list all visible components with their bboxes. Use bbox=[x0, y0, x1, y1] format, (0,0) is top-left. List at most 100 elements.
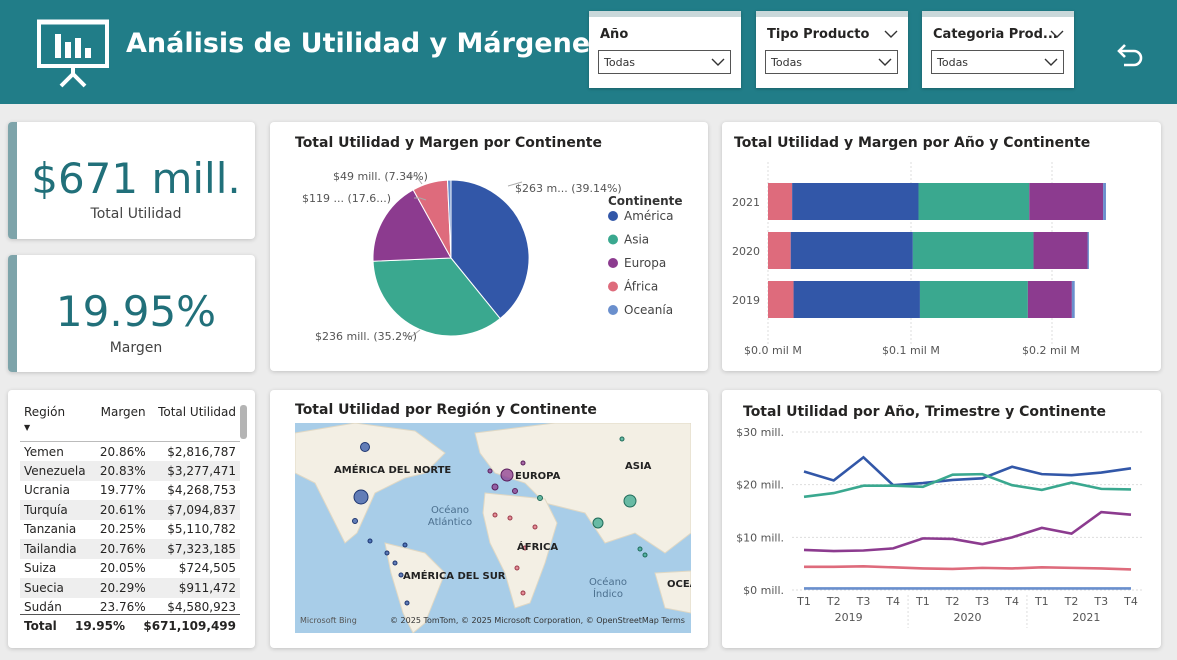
categoria-producto-dropdown[interactable]: Todas bbox=[931, 50, 1064, 74]
x-tick-quarter: T3 bbox=[1093, 595, 1108, 608]
chart-title: Total Utilidad por Región y Continente bbox=[295, 402, 597, 418]
slicer-anio[interactable]: Año Todas bbox=[589, 11, 741, 88]
world-map[interactable]: AMÉRICA DEL NORTE EUROPA ASIA ÁFRICA AMÉ… bbox=[295, 423, 691, 633]
slicer-label: Año bbox=[600, 27, 629, 42]
utilidad-cell: $911,472 bbox=[149, 578, 240, 598]
legend-marker bbox=[608, 211, 618, 221]
legend-item[interactable]: Asia bbox=[624, 233, 649, 247]
stacked-bar-chart[interactable]: 2021 2020 2019 $0.0 mil M $0.1 mil M $0.2 … bbox=[722, 122, 1161, 371]
line-chart-card: Total Utilidad por Año, Trimestre y Cont… bbox=[722, 390, 1161, 648]
bar-segment-américa[interactable] bbox=[793, 281, 920, 318]
region-cell: Suiza bbox=[24, 561, 57, 576]
legend-item[interactable]: América bbox=[624, 209, 674, 223]
table-row[interactable]: Suecia 20.29% $911,472 bbox=[20, 578, 240, 598]
pie-chart[interactable]: $263 m... (39.14%) $236 mill. (35.2%) $1… bbox=[270, 122, 708, 371]
utilidad-cell: $724,505 bbox=[178, 561, 236, 576]
bar-segment-oceanía[interactable] bbox=[1087, 232, 1089, 269]
line-chart[interactable]: $30 mill. $20 mill. $10 mill. $0 mill. T1 T2… bbox=[722, 390, 1161, 648]
legend-item[interactable]: Oceanía bbox=[624, 303, 673, 317]
table-row[interactable]: Ucrania 19.77% $4,268,753 bbox=[20, 481, 240, 501]
x-tick-quarter: T1 bbox=[1034, 595, 1049, 608]
anio-dropdown[interactable]: Todas bbox=[598, 50, 731, 74]
slicer-categoria-producto[interactable]: Categoria Prod... Todas bbox=[922, 11, 1074, 88]
kpi-label: Total Utilidad bbox=[90, 206, 182, 222]
ocean-label: Océano Atlántico bbox=[427, 505, 473, 528]
bar-segment-europa[interactable] bbox=[1027, 281, 1072, 318]
bar-segment-áfrica[interactable] bbox=[768, 281, 794, 318]
x-tick: $0.0 mil M bbox=[744, 344, 802, 357]
slicer-label: Tipo Producto bbox=[767, 27, 870, 42]
margen-cell: 20.86% bbox=[99, 444, 146, 459]
table-row[interactable]: Tailandia 20.76% $7,323,185 bbox=[20, 539, 240, 559]
legend-item[interactable]: Europa bbox=[624, 256, 666, 270]
chevron-down-icon[interactable] bbox=[1050, 29, 1064, 39]
line-series-áfrica[interactable] bbox=[804, 564, 1132, 571]
pie-label-asia: $236 mill. (35.2%) bbox=[315, 330, 417, 343]
bar-segment-europa[interactable] bbox=[1029, 183, 1104, 220]
bar-segment-américa[interactable] bbox=[790, 232, 913, 269]
bar-segment-áfrica[interactable] bbox=[768, 183, 793, 220]
bar-segment-asia[interactable] bbox=[919, 281, 1028, 318]
y-tick: 2019 bbox=[732, 294, 760, 307]
pie-label-africa: $49 mill. (7.34%) bbox=[333, 170, 428, 183]
utilidad-cell: $2,816,787 bbox=[167, 444, 236, 459]
legend-marker bbox=[608, 281, 618, 292]
utilidad-cell: $3,277,471 bbox=[149, 461, 240, 481]
map-attribution[interactable]: © 2025 TomTom, © 2025 Microsoft Corporat… bbox=[390, 616, 685, 625]
bing-logo: Microsoft Bing bbox=[300, 616, 357, 625]
map-label: AMÉRICA DEL SUR bbox=[403, 571, 506, 582]
margen-cell: 20.83% bbox=[93, 461, 150, 481]
total-utilidad: $671,109,499 bbox=[143, 619, 236, 633]
y-tick: 2021 bbox=[732, 196, 760, 209]
table-row[interactable]: Yemen 20.86% $2,816,787 bbox=[20, 442, 240, 462]
chevron-down-icon bbox=[878, 58, 892, 66]
page-title: Análisis de Utilidad y Márgenes bbox=[126, 28, 607, 59]
table-scrollbar[interactable] bbox=[240, 405, 247, 439]
ocean-label: Océano Índico bbox=[588, 577, 628, 600]
chevron-down-icon bbox=[711, 58, 725, 66]
line-series-asia[interactable] bbox=[803, 472, 1132, 499]
column-header-region[interactable]: Región ▼ bbox=[20, 402, 94, 442]
bar-segment-américa[interactable] bbox=[792, 183, 919, 220]
legend-marker bbox=[608, 258, 618, 268]
column-header-margen[interactable]: Margen bbox=[93, 402, 150, 442]
table-row[interactable]: Turquía 20.61% $7,094,837 bbox=[20, 500, 240, 520]
legend-title: Continente bbox=[608, 194, 683, 208]
bar-segment-asia[interactable] bbox=[918, 183, 1030, 220]
tipo-producto-dropdown[interactable]: Todas bbox=[765, 50, 898, 74]
map-card: Total Utilidad por Región y Continente A… bbox=[270, 390, 708, 648]
column-header-utilidad[interactable]: Total Utilidad bbox=[149, 402, 240, 442]
bar-segment-oceanía[interactable] bbox=[1071, 281, 1075, 318]
total-label: Total bbox=[24, 619, 57, 633]
table-row[interactable]: Suiza 20.05% $724,505 bbox=[20, 559, 240, 579]
x-tick-quarter: T3 bbox=[856, 595, 871, 608]
slicer-tipo-producto[interactable]: Tipo Producto Todas bbox=[756, 11, 908, 88]
bar-segment-asia[interactable] bbox=[912, 232, 1034, 269]
header-bar: Análisis de Utilidad y Márgenes Año Toda… bbox=[0, 0, 1177, 104]
pie-label-america: $263 m... (39.14%) bbox=[515, 182, 622, 195]
total-row: Total 19.95% $671,109,499 bbox=[20, 614, 240, 637]
dropdown-value: Todas bbox=[604, 56, 636, 69]
map-land bbox=[295, 423, 691, 633]
bar-segment-áfrica[interactable] bbox=[768, 232, 791, 269]
chevron-down-icon[interactable] bbox=[884, 29, 898, 39]
x-tick-quarter: T1 bbox=[915, 595, 930, 608]
table-row[interactable]: Venezuela 20.83% $3,277,471 bbox=[20, 461, 240, 481]
region-cell: Venezuela bbox=[20, 461, 94, 481]
bar-segment-oceanía[interactable] bbox=[1103, 183, 1106, 220]
presentation-chart-icon bbox=[37, 19, 109, 88]
back-arrow-icon[interactable] bbox=[1112, 38, 1146, 72]
total-margen: 19.95% bbox=[74, 619, 125, 633]
utilidad-cell: $4,268,753 bbox=[167, 483, 236, 498]
x-tick-quarter: T4 bbox=[1004, 595, 1019, 608]
kpi-value: 19.95% bbox=[55, 287, 217, 336]
table-row[interactable]: Tanzania 20.25% $5,110,782 bbox=[20, 520, 240, 540]
kpi-value: $671 mill. bbox=[31, 154, 241, 203]
bar-segment-europa[interactable] bbox=[1033, 232, 1088, 269]
legend-item[interactable]: África bbox=[624, 279, 658, 294]
x-tick-quarter: T1 bbox=[796, 595, 811, 608]
region-cell: Suecia bbox=[20, 578, 94, 598]
margen-cell: 20.76% bbox=[93, 539, 150, 559]
line-series-europa[interactable] bbox=[803, 510, 1132, 553]
line-series-américa[interactable] bbox=[803, 455, 1132, 487]
